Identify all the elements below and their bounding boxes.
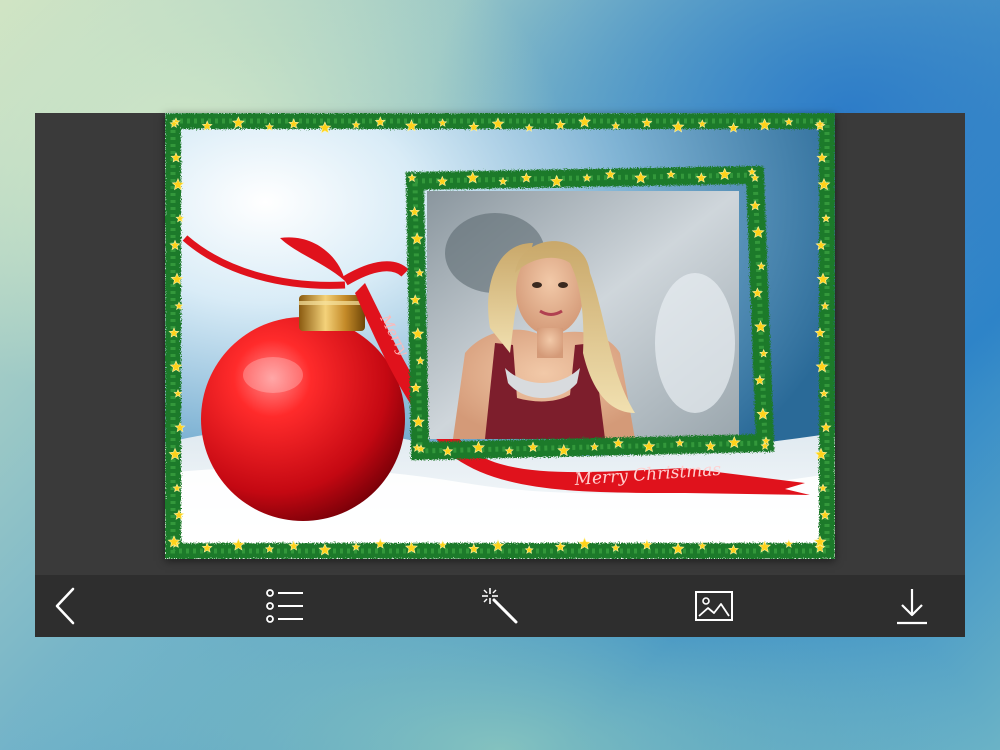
editor-panel: Merry Merry Christmas — [35, 113, 965, 637]
download-icon — [897, 589, 927, 625]
gallery-button[interactable]: Gallery — [689, 583, 739, 629]
back-button[interactable]: Back — [42, 583, 92, 629]
chevron-left-icon — [55, 587, 75, 625]
christmas-frame-artwork: Merry Merry Christmas — [165, 113, 835, 559]
image-icon — [695, 591, 733, 621]
effects-button[interactable]: Effects — [475, 583, 525, 629]
list-icon — [266, 589, 303, 623]
photo-slot — [427, 191, 739, 439]
save-button[interactable]: Save — [887, 583, 937, 629]
magic-wand-icon — [482, 588, 518, 624]
frames-list-button[interactable]: Frames list — [260, 583, 310, 629]
photo-frame-canvas[interactable]: Merry Merry Christmas — [165, 113, 835, 559]
bottom-toolbar: Back Frames list — [35, 575, 965, 637]
